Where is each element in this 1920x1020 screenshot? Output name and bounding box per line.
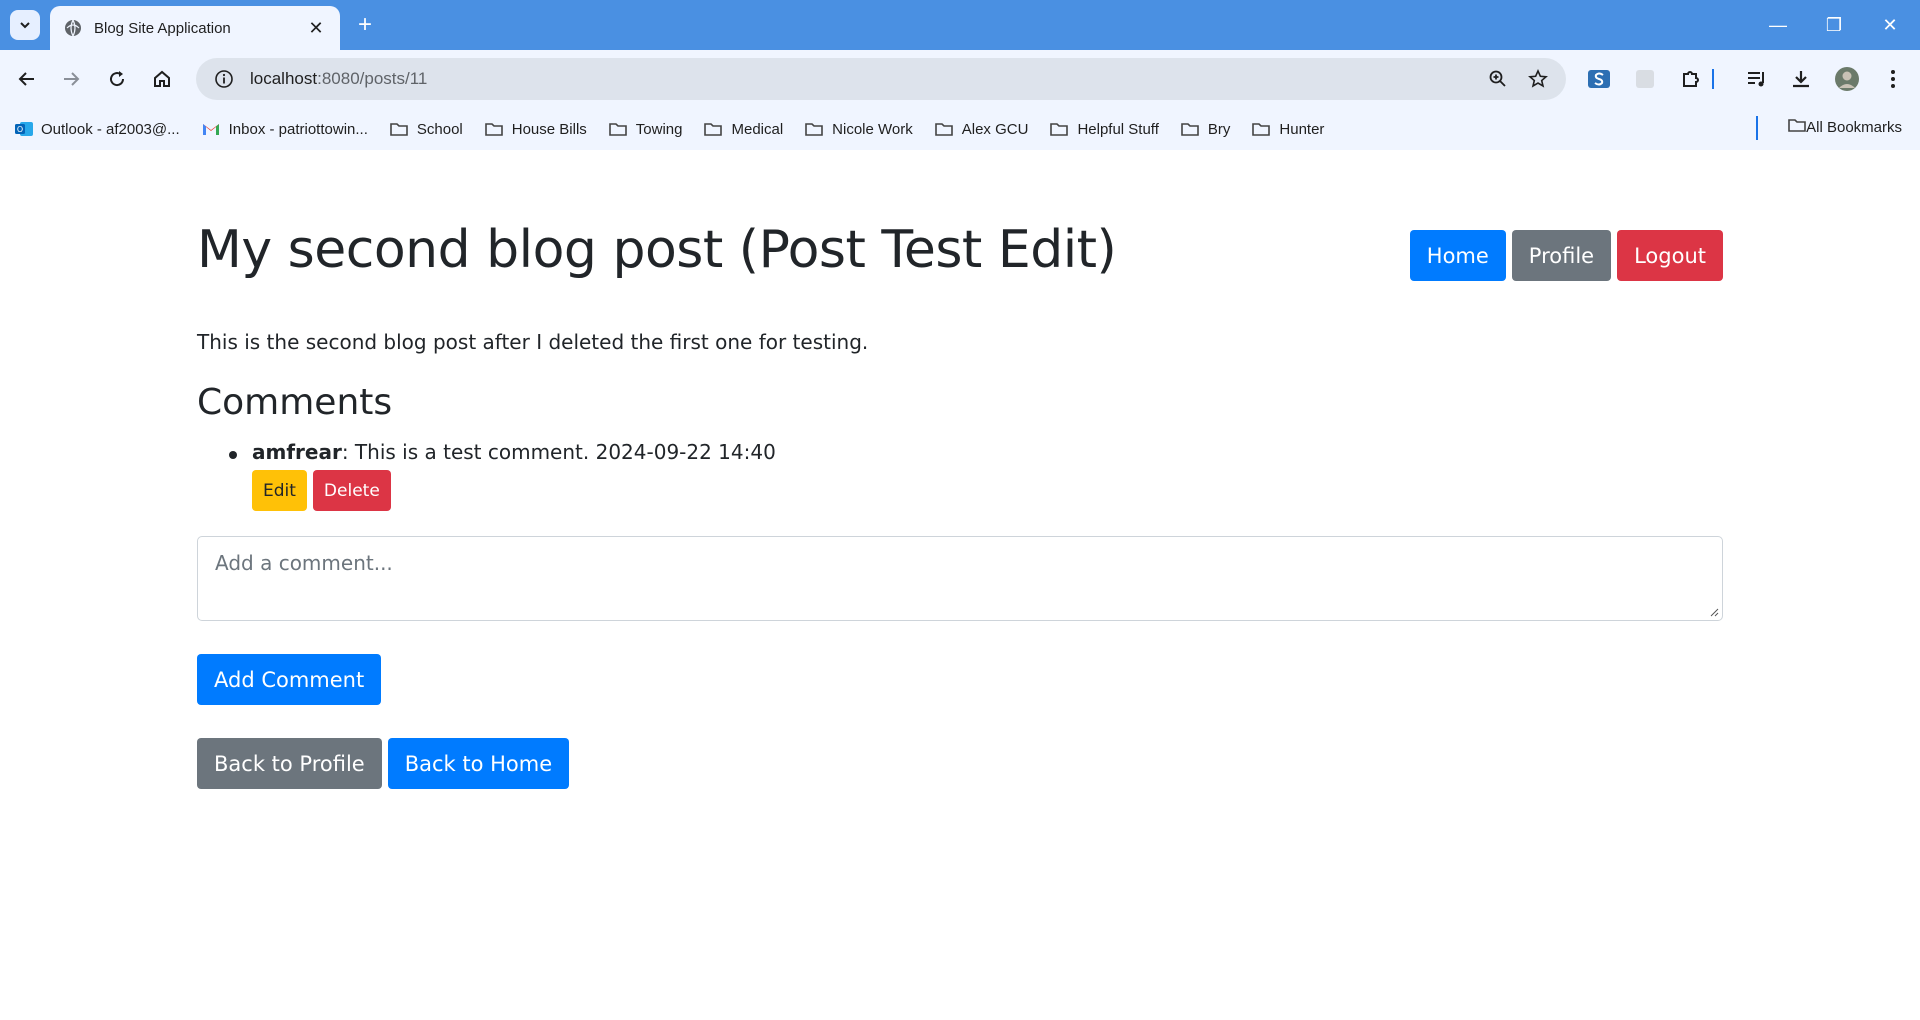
page-content: My second blog post (Post Test Edit) Hom…	[197, 150, 1723, 1020]
folder-icon	[608, 121, 629, 137]
svg-text:O: O	[17, 125, 23, 134]
menu-kebab-icon[interactable]	[1878, 64, 1908, 94]
close-window-icon[interactable]: ✕	[1870, 10, 1910, 40]
bookmark-outlook[interactable]: O Outlook - af2003@...	[14, 121, 180, 138]
resize-grip-icon[interactable]	[1709, 607, 1719, 617]
bookmark-star-icon[interactable]	[1526, 67, 1550, 91]
bookmark-label: Hunter	[1279, 120, 1325, 138]
bookmark-label: Helpful Stuff	[1077, 120, 1159, 138]
url-text: localhost:8080/posts/11	[250, 69, 427, 89]
logout-button[interactable]: Logout	[1617, 230, 1723, 281]
media-controls-icon[interactable]	[1742, 64, 1772, 94]
bookmark-gmail[interactable]: Inbox - patriottowin...	[202, 121, 368, 138]
comment-text: : This is a test comment. 2024-09-22 14:…	[341, 440, 776, 464]
home-icon[interactable]	[147, 64, 177, 94]
post-title: My second blog post (Post Test Edit)	[197, 220, 1117, 280]
forward-arrow-icon[interactable]	[56, 64, 86, 94]
bookmark-folder-school[interactable]: School	[390, 121, 463, 138]
extension-s-icon[interactable]	[1584, 64, 1614, 94]
folder-icon	[390, 121, 410, 137]
bookmark-label: Nicole Work	[832, 120, 913, 138]
home-button[interactable]: Home	[1409, 230, 1506, 281]
tab-close-icon[interactable]: ✕	[306, 18, 326, 39]
reload-icon[interactable]	[102, 64, 132, 94]
comment-author: amfrear	[252, 440, 342, 464]
edit-comment-button[interactable]: Edit	[252, 470, 307, 511]
comment-actions: Edit Delete	[252, 470, 776, 511]
browser-toolbar: localhost:8080/posts/11	[0, 50, 1920, 108]
download-icon[interactable]	[1786, 64, 1816, 94]
address-bar[interactable]: localhost:8080/posts/11	[196, 58, 1566, 100]
comment-placeholder: Add a comment...	[215, 551, 393, 575]
zoom-icon[interactable]	[1486, 67, 1510, 91]
comment-textarea[interactable]: Add a comment...	[197, 536, 1723, 621]
extension-puzzle-faded-icon[interactable]	[1630, 64, 1660, 94]
bookmark-folder-house-bills[interactable]: House Bills	[484, 120, 587, 138]
bookmark-folder-nicole-work[interactable]: Nicole Work	[805, 121, 913, 138]
minimize-icon[interactable]: —	[1758, 10, 1798, 40]
new-tab-button[interactable]: +	[352, 12, 378, 38]
avatar[interactable]	[1832, 64, 1862, 94]
footer-nav: Back to Profile Back to Home	[197, 738, 570, 789]
all-bookmarks-label: All Bookmarks	[1806, 118, 1902, 136]
toolbar-separator	[1711, 64, 1715, 94]
top-nav: Home Profile Logout	[1409, 230, 1723, 281]
globe-icon	[65, 19, 81, 37]
url-host: localhost	[250, 69, 318, 88]
back-to-home-button[interactable]: Back to Home	[387, 738, 570, 789]
back-to-profile-button[interactable]: Back to Profile	[197, 738, 382, 789]
back-arrow-icon[interactable]	[12, 64, 42, 94]
bookmark-label: Towing	[635, 120, 683, 138]
bookmark-label: Alex GCU	[961, 120, 1029, 138]
outlook-icon: O	[14, 121, 34, 137]
url-path: :8080/posts/11	[317, 69, 428, 88]
bookmark-folder-bry[interactable]: Bry	[1181, 120, 1231, 138]
folder-icon	[1050, 121, 1070, 137]
comment-list: amfrear: This is a test comment. 2024-09…	[197, 440, 776, 511]
list-bullet	[229, 451, 237, 459]
tab-title: Blog Site Application	[94, 19, 231, 37]
folder-icon	[1181, 121, 1201, 137]
extensions-icon[interactable]	[1676, 64, 1706, 94]
folder-icon	[805, 121, 825, 137]
tab-search-button[interactable]	[10, 10, 40, 40]
folder-icon	[1252, 121, 1272, 137]
folder-icon	[484, 121, 505, 137]
bookmark-folder-medical[interactable]: Medical	[704, 121, 783, 138]
bookmark-label: School	[416, 120, 463, 138]
chevron-down-icon	[20, 22, 30, 29]
profile-button[interactable]: Profile	[1511, 230, 1612, 281]
bookmark-label: Medical	[731, 120, 784, 138]
restore-icon[interactable]: ❐	[1814, 10, 1854, 40]
bookmark-label: Inbox - patriottowin...	[228, 120, 368, 138]
add-comment-button[interactable]: Add Comment	[197, 654, 382, 705]
bookmark-folder-helpful-stuff[interactable]: Helpful Stuff	[1050, 120, 1159, 138]
site-info-icon[interactable]	[212, 67, 236, 91]
bookmarks-separator	[1756, 116, 1758, 140]
all-bookmarks-folder[interactable]: All Bookmarks	[1788, 118, 1902, 136]
bookmark-folder-hunter[interactable]: Hunter	[1252, 121, 1324, 138]
bookmark-label: Outlook - af2003@...	[41, 120, 180, 138]
browser-tab-bar: Blog Site Application ✕ + — ❐ ✕	[0, 0, 1920, 50]
bookmark-label: House Bills	[511, 120, 587, 138]
comment-item: amfrear: This is a test comment. 2024-09…	[197, 440, 776, 511]
bookmark-label: Bry	[1207, 120, 1231, 138]
post-body: This is the second blog post after I del…	[197, 330, 869, 354]
browser-tab[interactable]: Blog Site Application ✕	[50, 6, 340, 50]
bookmark-folder-alex-gcu[interactable]: Alex GCU	[934, 120, 1029, 138]
comments-heading: Comments	[197, 382, 393, 423]
folder-icon	[934, 121, 955, 137]
bookmark-folder-towing[interactable]: Towing	[608, 120, 683, 138]
delete-comment-button[interactable]: Delete	[312, 470, 391, 511]
bookmarks-bar: O Outlook - af2003@... Inbox - patriotto…	[0, 108, 1920, 150]
folder-icon	[1788, 118, 1806, 136]
folder-icon	[704, 121, 724, 137]
gmail-icon	[202, 121, 222, 137]
